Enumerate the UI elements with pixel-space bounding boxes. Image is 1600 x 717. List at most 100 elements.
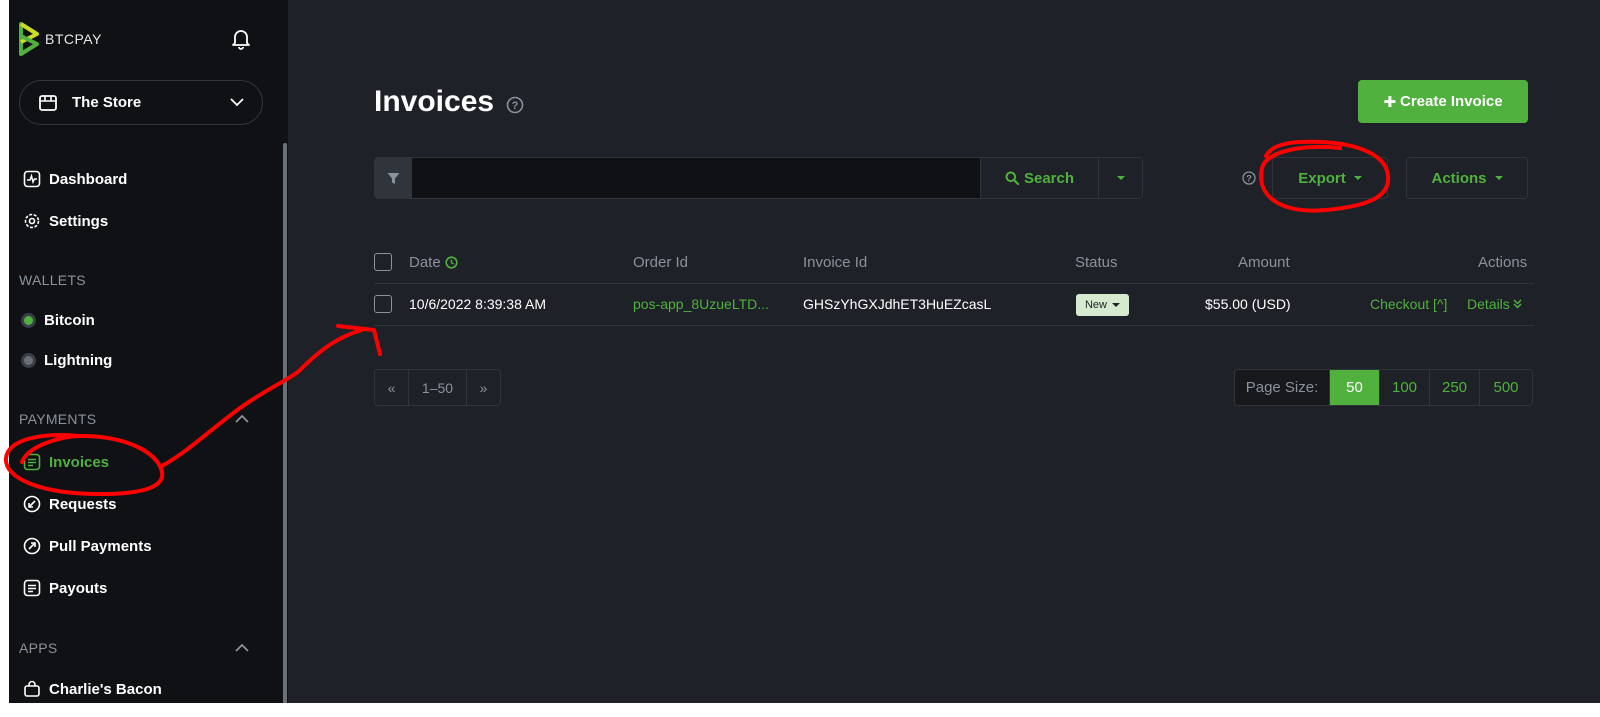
search-button-label: Search — [1023, 169, 1075, 187]
actions-dropdown-button[interactable]: Actions — [1406, 157, 1528, 199]
main-content: Invoices ? ✚ Create Invoice Search ? Exp… — [288, 0, 1600, 703]
column-header-status: Status — [1075, 254, 1118, 271]
order-id-link[interactable]: pos-app_8UzueLTD... — [633, 296, 769, 312]
clock-icon[interactable] — [445, 256, 458, 269]
nav-settings-label: Settings — [49, 212, 109, 230]
select-all-checkbox[interactable] — [374, 253, 392, 271]
payouts-icon — [23, 579, 41, 597]
export-dropdown-button[interactable]: Export — [1272, 157, 1388, 199]
apps-section-header: APPS — [19, 640, 58, 656]
search-filter-group: Search — [374, 157, 1143, 199]
btcpay-logo-icon — [19, 22, 39, 56]
page-size-selector: Page Size: 50 100 250 500 — [1234, 369, 1533, 406]
nav-lightning[interactable]: Lightning — [21, 352, 112, 369]
nav-payouts-label: Payouts — [49, 579, 108, 597]
search-options-dropdown[interactable] — [1099, 158, 1142, 198]
page-size-option-100[interactable]: 100 — [1380, 370, 1430, 405]
status-badge-label: New — [1084, 299, 1107, 311]
invoice-amount: $55.00 (USD) — [1205, 296, 1291, 312]
export-label: Export — [1298, 169, 1346, 187]
nav-app-charlies-bacon[interactable]: Charlie's Bacon — [23, 680, 162, 698]
filter-icon — [387, 172, 400, 184]
page-size-option-250[interactable]: 250 — [1430, 370, 1480, 405]
create-invoice-label: Create Invoice — [1400, 93, 1503, 110]
details-toggle[interactable]: Details — [1467, 296, 1522, 312]
help-icon[interactable]: ? — [1242, 171, 1256, 185]
page-size-option-500[interactable]: 500 — [1480, 370, 1532, 405]
store-selector[interactable]: The Store — [19, 80, 263, 125]
brand-name: BTCPAY — [45, 31, 102, 47]
page-range: 1–50 — [409, 370, 467, 405]
caret-down-icon — [1112, 303, 1120, 307]
nav-lightning-label: Lightning — [44, 352, 113, 369]
status-dot-icon — [21, 313, 36, 328]
shopping-bag-icon — [24, 680, 40, 697]
caret-down-icon — [1494, 176, 1503, 180]
sidebar: BTCPAY The Store Dashboard Settings WALL… — [9, 0, 288, 703]
plus-icon: ✚ — [1383, 93, 1397, 111]
row-select-checkbox[interactable] — [374, 295, 392, 313]
btcpay-logo[interactable]: BTCPAY — [19, 22, 102, 56]
arrow-down-left-circle-icon — [23, 495, 41, 513]
nav-settings[interactable]: Settings — [23, 212, 108, 230]
nav-pull-payments[interactable]: Pull Payments — [23, 537, 152, 555]
column-header-invoice-id: Invoice Id — [803, 254, 868, 271]
sidebar-scrollbar[interactable] — [283, 143, 287, 703]
search-input[interactable] — [412, 158, 981, 198]
caret-down-icon — [1353, 176, 1362, 180]
pagination: « 1–50 » — [374, 369, 501, 406]
invoice-date: 10/6/2022 8:39:38 AM — [409, 296, 546, 312]
column-header-date[interactable]: Date — [409, 254, 458, 271]
page-size-label: Page Size: — [1235, 370, 1330, 405]
payments-section-header: PAYMENTS — [19, 411, 97, 427]
column-header-actions: Actions — [1478, 254, 1528, 271]
checkout-link[interactable]: Checkout [^] — [1370, 296, 1447, 312]
actions-label: Actions — [1431, 169, 1487, 187]
double-chevron-down-icon — [1513, 299, 1522, 309]
search-button[interactable]: Search — [981, 158, 1099, 198]
nav-app-label: Charlie's Bacon — [49, 680, 162, 698]
nav-bitcoin[interactable]: Bitcoin — [21, 312, 95, 329]
table-divider — [374, 283, 1534, 284]
search-icon — [1005, 171, 1019, 185]
dashboard-icon — [23, 170, 41, 188]
arrow-up-right-circle-icon — [23, 537, 41, 555]
nav-pull-payments-label: Pull Payments — [49, 537, 152, 555]
page-title: Invoices — [374, 85, 495, 118]
filter-button[interactable] — [375, 158, 412, 198]
nav-dashboard[interactable]: Dashboard — [23, 170, 127, 188]
nav-bitcoin-label: Bitcoin — [44, 312, 95, 329]
create-invoice-button[interactable]: ✚ Create Invoice — [1358, 80, 1528, 123]
prev-page-button[interactable]: « — [375, 370, 409, 405]
chevron-up-icon[interactable] — [235, 643, 249, 652]
svg-text:?: ? — [512, 100, 519, 112]
status-badge[interactable]: New — [1076, 294, 1129, 316]
invoice-id: GHSzYhGXJdhET3HuEZcasL — [803, 296, 992, 312]
help-icon[interactable]: ? — [506, 96, 524, 114]
caret-down-icon — [1116, 176, 1125, 180]
column-header-date-label: Date — [409, 254, 441, 271]
invoice-icon — [23, 453, 41, 471]
nav-payouts[interactable]: Payouts — [23, 579, 107, 597]
table-divider — [374, 325, 1534, 326]
nav-invoices[interactable]: Invoices — [23, 453, 109, 471]
column-header-amount: Amount — [1238, 254, 1290, 271]
chevron-down-icon — [230, 98, 244, 107]
app-window: BTCPAY The Store Dashboard Settings WALL… — [9, 0, 1600, 703]
nav-invoices-label: Invoices — [49, 453, 110, 471]
store-name: The Store — [72, 94, 142, 111]
status-dot-icon — [21, 353, 36, 368]
svg-text:?: ? — [1246, 174, 1252, 184]
nav-requests[interactable]: Requests — [23, 495, 117, 513]
gear-icon — [24, 213, 40, 229]
next-page-button[interactable]: » — [467, 370, 500, 405]
details-label: Details — [1467, 296, 1510, 312]
store-icon — [39, 94, 57, 111]
nav-dashboard-label: Dashboard — [49, 170, 128, 188]
column-header-order-id: Order Id — [633, 254, 689, 271]
notifications-bell-icon[interactable] — [231, 28, 251, 55]
chevron-up-icon[interactable] — [235, 414, 249, 423]
wallets-section-header: WALLETS — [19, 272, 86, 288]
page-size-option-50[interactable]: 50 — [1330, 370, 1380, 405]
nav-requests-label: Requests — [49, 495, 117, 513]
